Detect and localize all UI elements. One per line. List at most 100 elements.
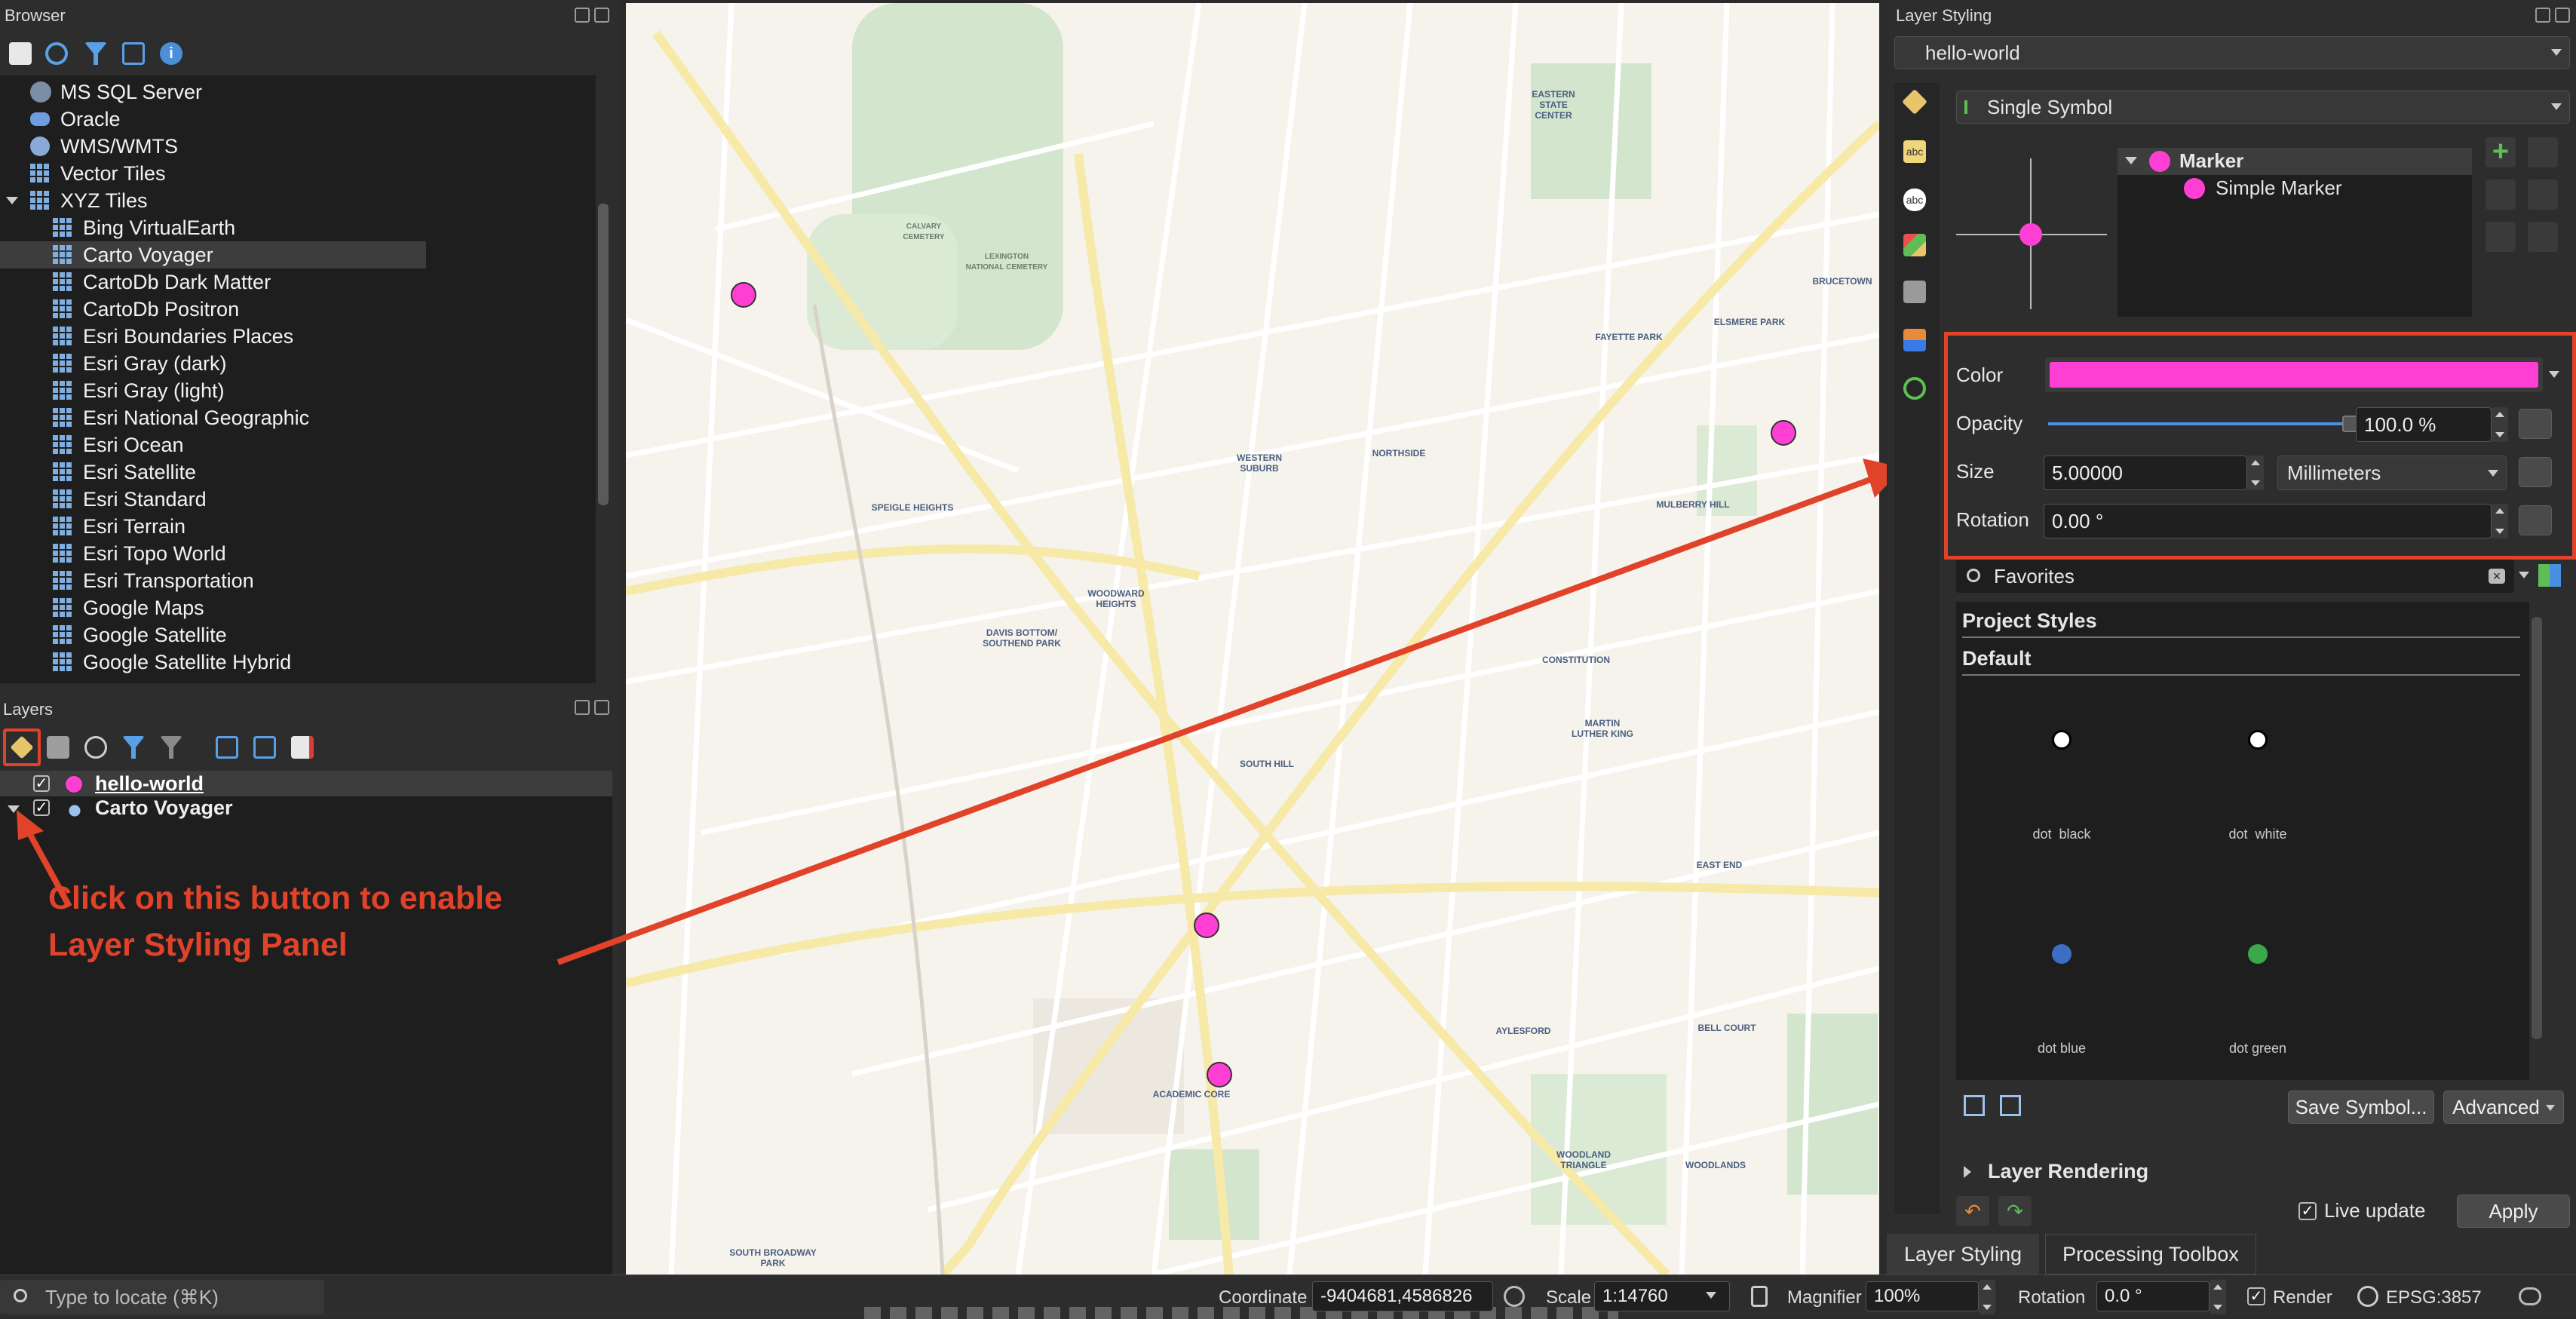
filter-by-expression-icon[interactable]: [160, 736, 182, 759]
tree-simple-marker-label[interactable]: Simple Marker: [2216, 176, 2342, 200]
size-field[interactable]: 5.00000: [2044, 456, 2247, 490]
point-feature[interactable]: [1771, 420, 1796, 446]
browser-item[interactable]: Esri Standard: [53, 486, 207, 513]
data-defined-override-button[interactable]: [2519, 505, 2552, 535]
browser-item[interactable]: Esri Ocean: [53, 431, 184, 459]
crs-globe-icon[interactable]: [2357, 1286, 2378, 1307]
3d-view-tab-icon[interactable]: [1903, 234, 1926, 256]
layer-name[interactable]: hello-world: [95, 772, 204, 796]
symbol-item[interactable]: dot green: [2205, 944, 2311, 1057]
browser-item-mssql[interactable]: MS SQL Server: [30, 78, 202, 106]
layer-name[interactable]: Carto Voyager: [95, 796, 233, 820]
browser-item[interactable]: Bing VirtualEarth: [53, 214, 235, 241]
color-dropdown-icon[interactable]: [2549, 371, 2559, 383]
browser-item[interactable]: Esri Transportation: [53, 567, 254, 594]
style-manager-icon[interactable]: [2538, 564, 2561, 587]
opacity-field[interactable]: 100.0 %: [2356, 407, 2492, 442]
duplicate-layer-button[interactable]: [2486, 222, 2516, 252]
browser-item[interactable]: Esri Terrain: [53, 513, 186, 540]
magnifier-field[interactable]: 100%: [1866, 1281, 1979, 1311]
close-panel-icon[interactable]: [594, 8, 609, 23]
scrollbar-thumb[interactable]: [598, 204, 609, 505]
opacity-slider[interactable]: [2048, 416, 2359, 432]
symbol-item[interactable]: dot blue: [2009, 944, 2114, 1057]
float-panel-icon[interactable]: [2535, 8, 2550, 23]
close-panel-icon[interactable]: [2555, 8, 2570, 23]
save-symbol-button[interactable]: Save Symbol...: [2288, 1090, 2434, 1124]
locator-bar[interactable]: Type to locate (⌘K): [0, 1280, 324, 1314]
open-layer-styling-button[interactable]: [3, 729, 41, 766]
browser-item[interactable]: CartoDb Dark Matter: [53, 268, 271, 296]
history-tab-icon[interactable]: [1903, 377, 1926, 400]
filter-legend-icon[interactable]: [122, 736, 145, 759]
point-feature[interactable]: [731, 282, 756, 308]
scale-dropdown[interactable]: [1706, 1292, 1716, 1304]
info-icon[interactable]: i: [160, 42, 182, 65]
browser-item[interactable]: Esri National Geographic: [53, 404, 309, 431]
scrollbar-thumb[interactable]: [2532, 617, 2542, 1039]
browser-item[interactable]: Esri Topo World: [53, 540, 226, 567]
expand-arrow-icon[interactable]: [8, 805, 20, 813]
renderer-combobox[interactable]: Single Symbol: [1956, 90, 2570, 124]
layer-checkbox[interactable]: ✓: [33, 799, 50, 816]
add-symbol-layer-button[interactable]: +: [2486, 137, 2516, 167]
diagrams-tab-icon[interactable]: [1903, 281, 1926, 303]
browser-item-selected[interactable]: Carto Voyager: [53, 241, 213, 268]
collapse-all-icon[interactable]: [253, 736, 276, 759]
move-up-button[interactable]: [2528, 137, 2558, 167]
layer-checkbox[interactable]: ✓: [33, 775, 50, 792]
browser-item[interactable]: Google Maps: [53, 594, 204, 621]
browser-item-vector-tiles[interactable]: Vector Tiles: [30, 160, 166, 187]
lock-color-button[interactable]: [2528, 222, 2558, 252]
expand-arrow-icon[interactable]: [6, 197, 18, 204]
float-panel-icon[interactable]: [575, 700, 590, 715]
float-panel-icon[interactable]: [575, 8, 590, 23]
layer-row-selected[interactable]: [0, 771, 612, 796]
browser-item-xyz-tiles[interactable]: XYZ Tiles: [6, 187, 148, 214]
redo-button[interactable]: ↷: [1998, 1196, 2032, 1226]
render-checkbox[interactable]: ✓: [2247, 1287, 2265, 1305]
advanced-button[interactable]: Advanced: [2443, 1090, 2564, 1124]
rotation-spinner[interactable]: [2492, 504, 2508, 538]
symbol-search[interactable]: Favorites ×: [1956, 560, 2514, 593]
color-button[interactable]: [2045, 357, 2543, 392]
rendering-tab-icon[interactable]: [1903, 329, 1926, 351]
messages-icon[interactable]: [2519, 1287, 2541, 1305]
close-panel-icon[interactable]: [594, 700, 609, 715]
icon-view-button[interactable]: [1964, 1095, 1985, 1116]
symbol-item[interactable]: dot white: [2205, 730, 2311, 843]
browser-item[interactable]: Google Satellite: [53, 621, 227, 649]
refresh-icon[interactable]: [45, 42, 68, 65]
tab-layer-styling[interactable]: Layer Styling: [1887, 1234, 2039, 1275]
tag-dropdown-button[interactable]: [2517, 567, 2532, 585]
clear-search-icon[interactable]: ×: [2489, 569, 2505, 584]
rotation-field-status[interactable]: 0.0 °: [2096, 1281, 2210, 1311]
browser-item[interactable]: CartoDb Positron: [53, 296, 239, 323]
browser-item[interactable]: Esri Satellite: [53, 459, 196, 486]
point-feature[interactable]: [1194, 913, 1219, 938]
map-canvas[interactable]: EASTERN STATE CENTER WESTERN SUBURB NORT…: [626, 3, 1879, 1275]
coordinate-field[interactable]: -9404681,4586826: [1312, 1281, 1493, 1311]
browser-item[interactable]: Esri Boundaries Places: [53, 323, 293, 350]
browser-scrollbar[interactable]: [596, 75, 611, 679]
layer-combobox[interactable]: hello-world: [1894, 36, 2570, 69]
add-group-icon[interactable]: [47, 736, 69, 759]
data-defined-override-button[interactable]: [2519, 457, 2552, 487]
expand-arrow-icon[interactable]: [2125, 157, 2137, 170]
undo-button[interactable]: ↶: [1956, 1196, 1989, 1226]
browser-item[interactable]: Google Satellite Hybrid: [53, 649, 291, 676]
remove-symbol-layer-button[interactable]: [2486, 179, 2516, 210]
size-spinner[interactable]: [2247, 456, 2264, 490]
browser-item[interactable]: Esri Gray (light): [53, 377, 225, 404]
layer-rendering-expander[interactable]: Layer Rendering: [1964, 1160, 2148, 1183]
tree-row-marker[interactable]: [2118, 148, 2472, 175]
toggle-extents-icon[interactable]: [1504, 1286, 1525, 1307]
remove-layer-icon[interactable]: [291, 736, 314, 759]
lock-scale-icon[interactable]: [1751, 1286, 1768, 1307]
crs-label[interactable]: EPSG:3857: [2386, 1287, 2482, 1308]
library-scrollbar[interactable]: [2529, 602, 2544, 1080]
apply-button[interactable]: Apply: [2457, 1195, 2570, 1228]
point-feature[interactable]: [1207, 1062, 1232, 1087]
browser-item-wms[interactable]: WMS/WMTS: [30, 133, 178, 160]
add-selected-layers-icon[interactable]: [9, 42, 32, 65]
